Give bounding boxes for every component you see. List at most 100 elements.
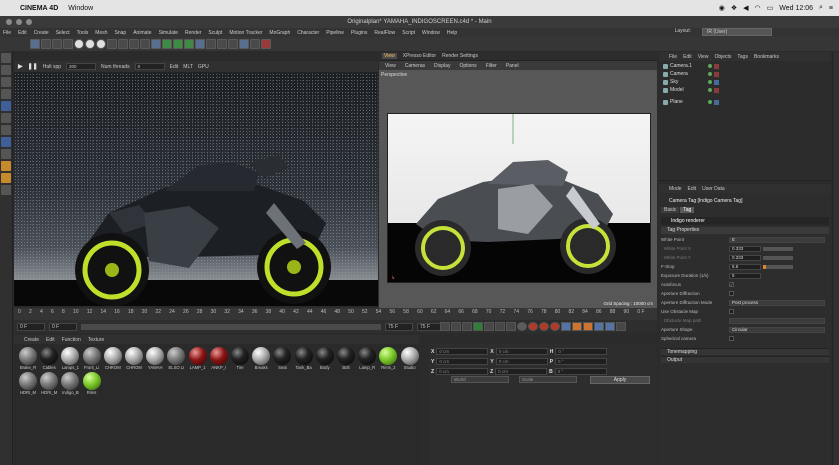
vp-menu-options[interactable]: Options bbox=[459, 63, 476, 69]
num-threads-field[interactable]: 0 bbox=[134, 63, 165, 70]
polygons-mode-icon[interactable] bbox=[1, 125, 11, 135]
obj-menu-edit[interactable]: Edit bbox=[683, 54, 692, 60]
spline-icon[interactable] bbox=[162, 39, 172, 49]
object-name[interactable]: Camera.1 bbox=[670, 63, 698, 69]
pos-z-field[interactable]: 0 cm bbox=[436, 368, 489, 375]
visibility-dots[interactable] bbox=[708, 80, 712, 84]
perspective-viewport[interactable]: Perspective ↳ Grid Spacing : 10000 cm bbox=[379, 70, 657, 308]
vp-menu-display[interactable]: Display bbox=[434, 63, 450, 69]
start-frame-field[interactable]: 0 F bbox=[17, 322, 45, 331]
rotation-key-icon[interactable] bbox=[583, 322, 593, 331]
y-axis-icon[interactable] bbox=[85, 39, 95, 49]
indigo-camera-tag-icon[interactable] bbox=[714, 71, 719, 77]
scale-tool-icon[interactable] bbox=[52, 39, 62, 49]
halt-spp-field[interactable]: 200 bbox=[66, 63, 97, 70]
tab-tag[interactable]: Tag bbox=[680, 207, 695, 213]
pause-icon[interactable]: ❚❚ bbox=[28, 63, 38, 70]
material-swatch[interactable]: Lamps_1 bbox=[60, 346, 80, 372]
light-icon[interactable] bbox=[228, 39, 238, 49]
menu-render[interactable]: Render bbox=[185, 30, 201, 36]
obj-menu-bookmarks[interactable]: Bookmarks bbox=[754, 54, 779, 60]
material-swatch[interactable]: YAMAH bbox=[145, 346, 165, 372]
play-forward-icon[interactable] bbox=[473, 322, 483, 331]
tab-xpresso-editor[interactable]: XPresso Editor bbox=[403, 53, 436, 59]
camera-icon[interactable] bbox=[217, 39, 227, 49]
edges-mode-icon[interactable] bbox=[1, 113, 11, 123]
volume-icon[interactable]: ◀ bbox=[743, 4, 748, 12]
attribute-value-field[interactable]: Circular bbox=[729, 326, 825, 333]
macos-window-menu[interactable]: Window bbox=[68, 5, 93, 12]
layout-dropdown[interactable]: IR (User) bbox=[702, 28, 772, 36]
next-key-icon[interactable] bbox=[495, 322, 505, 331]
goto-start-icon[interactable] bbox=[440, 322, 450, 331]
indigo-icon[interactable] bbox=[239, 39, 249, 49]
rotate-tool-icon[interactable] bbox=[63, 39, 73, 49]
coordinate-system-icon[interactable] bbox=[107, 39, 117, 49]
deformer-icon[interactable] bbox=[195, 39, 205, 49]
menu-mograph[interactable]: MoGraph bbox=[269, 30, 290, 36]
mlt-checkbox[interactable]: MLT bbox=[183, 64, 193, 70]
attribute-value-field[interactable]: Post process bbox=[729, 299, 825, 306]
menu-realflow[interactable]: RealFlow bbox=[374, 30, 395, 36]
menu-animate[interactable]: Animate bbox=[133, 30, 151, 36]
menu-mesh[interactable]: Mesh bbox=[95, 30, 107, 36]
pos-x-field[interactable]: 0 cm bbox=[436, 348, 489, 355]
attribute-value-field[interactable]: 5.6 bbox=[729, 263, 761, 270]
size-z-field[interactable]: 0 cm bbox=[495, 368, 548, 375]
material-tag-icon[interactable] bbox=[714, 79, 719, 85]
material-swatch[interactable]: HDRI_M bbox=[39, 371, 59, 397]
planar-workplane-icon[interactable] bbox=[1, 185, 11, 195]
attr-menu-mode[interactable]: Mode bbox=[669, 186, 682, 192]
gpu-checkbox[interactable]: GPU bbox=[198, 64, 209, 70]
goto-end-icon[interactable] bbox=[506, 322, 516, 331]
menu-help[interactable]: Help bbox=[447, 30, 457, 36]
position-key-icon[interactable] bbox=[561, 322, 571, 331]
render-settings-icon[interactable] bbox=[140, 39, 150, 49]
menu-plugins[interactable]: Plugins bbox=[351, 30, 367, 36]
material-swatch[interactable]: Rims_2 bbox=[378, 346, 398, 372]
tab-view[interactable]: View bbox=[382, 53, 397, 59]
parameter-key-icon[interactable] bbox=[594, 322, 604, 331]
material-swatch[interactable]: Studio bbox=[400, 346, 420, 372]
keyframe-selection-icon[interactable] bbox=[550, 322, 560, 331]
material-swatch[interactable]: Bolt bbox=[336, 346, 356, 372]
enable-axis-icon[interactable] bbox=[1, 137, 11, 147]
snap-icon[interactable] bbox=[1, 161, 11, 171]
mat-menu-function[interactable]: Function bbox=[62, 337, 81, 343]
indigo-render-icon[interactable] bbox=[261, 39, 271, 49]
z-axis-icon[interactable] bbox=[96, 39, 106, 49]
preview-start-field[interactable]: 0 F bbox=[49, 322, 77, 331]
cube-icon[interactable] bbox=[151, 39, 161, 49]
material-swatch[interactable]: Lamp_R bbox=[357, 346, 377, 372]
window-layout-icon[interactable] bbox=[250, 39, 260, 49]
apply-button[interactable]: Apply bbox=[590, 376, 650, 384]
size-mode-dropdown[interactable]: Scale bbox=[519, 376, 577, 383]
nurbs-icon[interactable] bbox=[173, 39, 183, 49]
x-axis-icon[interactable] bbox=[74, 39, 84, 49]
attr-menu-user-data[interactable]: User Data bbox=[702, 186, 725, 192]
visibility-dots[interactable] bbox=[708, 72, 712, 76]
visibility-dots[interactable] bbox=[708, 88, 712, 92]
vp-menu-panel[interactable]: Panel bbox=[506, 63, 519, 69]
minimize-window-button[interactable] bbox=[16, 19, 22, 25]
attr-menu-edit[interactable]: Edit bbox=[688, 186, 697, 192]
scene-icon[interactable] bbox=[206, 39, 216, 49]
material-swatch[interactable]: CHROM bbox=[103, 346, 123, 372]
tonemapping-section[interactable]: Tonemapping bbox=[661, 348, 829, 355]
menu-sculpt[interactable]: Sculpt bbox=[208, 30, 222, 36]
select-tool-icon[interactable] bbox=[30, 39, 40, 49]
search-icon[interactable]: ⌕ bbox=[819, 4, 823, 12]
render-picture-viewer-icon[interactable] bbox=[129, 39, 139, 49]
size-x-field[interactable]: 0 cm bbox=[495, 348, 548, 355]
rot-h-field[interactable]: 0 ° bbox=[555, 348, 608, 355]
material-swatch[interactable]: Cables bbox=[39, 346, 59, 372]
preview-range-slider[interactable] bbox=[81, 323, 381, 330]
render-view-icon[interactable] bbox=[118, 39, 128, 49]
tab-render-settings[interactable]: Render Settings bbox=[442, 53, 478, 59]
menu-edit[interactable]: Edit bbox=[18, 30, 27, 36]
obj-menu-tags[interactable]: Tags bbox=[737, 54, 748, 60]
object-name[interactable]: Camera bbox=[670, 71, 698, 77]
pla-key-icon[interactable] bbox=[605, 322, 615, 331]
vp-menu-filter[interactable]: Filter bbox=[486, 63, 497, 69]
timeline-layout-icon[interactable] bbox=[616, 322, 626, 331]
